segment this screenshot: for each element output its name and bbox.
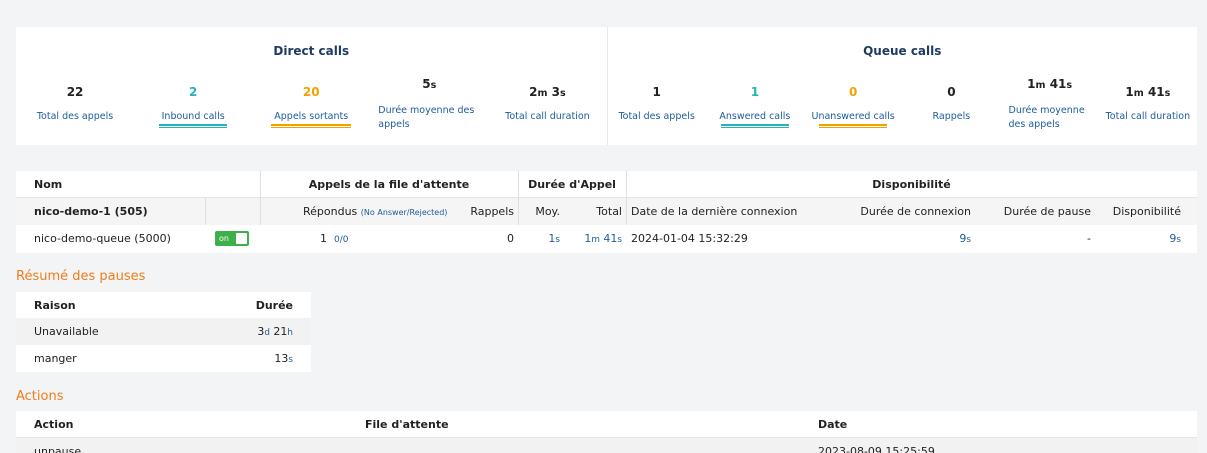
queue-availability: 9s <box>1169 232 1181 245</box>
inbound-underline <box>159 124 228 128</box>
unanswered-underline <box>819 124 888 128</box>
queue-avg: 1s <box>548 232 560 245</box>
avg-label: Moy. <box>535 205 560 218</box>
queue-callbacks: 0 <box>507 232 514 245</box>
queue-total: 1m 41s <box>584 232 622 245</box>
queue-avg-duration: 1m 41s Durée moyenne des appels <box>1008 77 1085 130</box>
queue-answered: 1 0/0 <box>320 232 349 245</box>
queue-login-duration: 9s <box>959 232 971 245</box>
agent-name: nico-demo-1 (505) <box>34 205 148 218</box>
col-date: Date <box>818 418 848 431</box>
callbacks-label: Rappels <box>470 205 514 218</box>
total-label: Total <box>596 205 622 218</box>
direct-total-calls: 22 Total des appels <box>36 85 114 122</box>
pause-summary-title: Résumé des pauses <box>16 269 146 284</box>
no-answer-label: (No Answer/Rejected) <box>360 208 448 217</box>
queue-name: nico-demo-queue (5000) <box>34 232 171 245</box>
actions-title: Actions <box>16 389 64 404</box>
queue-answered-calls[interactable]: 1 Answered calls <box>706 77 804 137</box>
direct-calls-title: Direct calls <box>273 44 350 58</box>
calls-summary-card: Direct calls 22 Total des appels 2 Inbou… <box>16 27 1197 145</box>
queue-callbacks: 0 Rappels <box>932 85 971 122</box>
queue-total-duration: 1m 41s Total call duration <box>1105 85 1191 122</box>
login-duration-label: Durée de connexion <box>860 205 971 218</box>
queue-row: nico-demo-queue (5000) on 1 0/0 0 1s 1m … <box>16 225 1197 252</box>
queue-total-calls: 1 Total des appels <box>618 85 695 122</box>
direct-outbound-calls[interactable]: 20 Appels sortants <box>252 77 370 137</box>
answered-underline <box>720 124 789 128</box>
col-queue: File d'attente <box>365 418 449 431</box>
col-reason: Raison <box>34 299 76 312</box>
actions-table-header: Action File d'attente Date <box>16 411 1197 438</box>
queue-answered-ratio: 0/0 <box>334 235 349 245</box>
pause-summary-table: Raison Durée Unavailable 3d 21h manger 1… <box>16 292 311 372</box>
toggle-knob <box>236 233 247 244</box>
pause-row: manger 13s <box>34 352 293 365</box>
col-queue-calls: Appels de la file d'attente <box>308 178 470 191</box>
queue-last-login: 2024-01-04 15:32:29 <box>631 232 748 245</box>
queue-calls-panel: Queue calls 1 Total des appels 1 Answere… <box>606 27 1198 145</box>
direct-avg-duration: 5s Durée moyenne des appels <box>378 77 475 130</box>
last-login-label: Date de la dernière connexion <box>631 205 798 218</box>
col-availability: Disponibilité <box>872 178 951 191</box>
agent-row: nico-demo-1 (505) Répondus (No Answer/Re… <box>16 198 1197 225</box>
actions-table: Action File d'attente Date unpause 2023-… <box>16 411 1197 453</box>
outbound-underline <box>271 124 352 128</box>
queue-calls-title: Queue calls <box>863 44 942 58</box>
agent-table-header: Nom Appels de la file d'attente Durée d'… <box>16 171 1197 198</box>
direct-calls-panel: Direct calls 22 Total des appels 2 Inbou… <box>16 27 607 145</box>
agent-table: Nom Appels de la file d'attente Durée d'… <box>16 171 1197 253</box>
answered-label: Répondus (No Answer/Rejected) <box>303 205 448 218</box>
col-action: Action <box>34 418 74 431</box>
pause-table-header: Raison Durée <box>16 292 311 319</box>
pause-duration-label: Durée de pause <box>1003 205 1091 218</box>
col-name: Nom <box>34 178 63 191</box>
col-duration: Durée <box>255 299 293 312</box>
queue-toggle[interactable]: on <box>215 231 249 246</box>
action-row: unpause 2023-08-09 15:25:59 <box>16 438 1197 453</box>
direct-total-duration: 2m 3s Total call duration <box>505 85 590 122</box>
queue-unanswered-calls[interactable]: 0 Unanswered calls <box>804 77 902 137</box>
direct-inbound-calls[interactable]: 2 Inbound calls <box>134 77 252 137</box>
pause-row: Unavailable 3d 21h <box>16 318 311 345</box>
queue-pause-duration: - <box>1087 232 1091 245</box>
col-call-duration: Durée d'Appel <box>528 178 616 191</box>
availability-label: Disponibilité <box>1112 205 1181 218</box>
